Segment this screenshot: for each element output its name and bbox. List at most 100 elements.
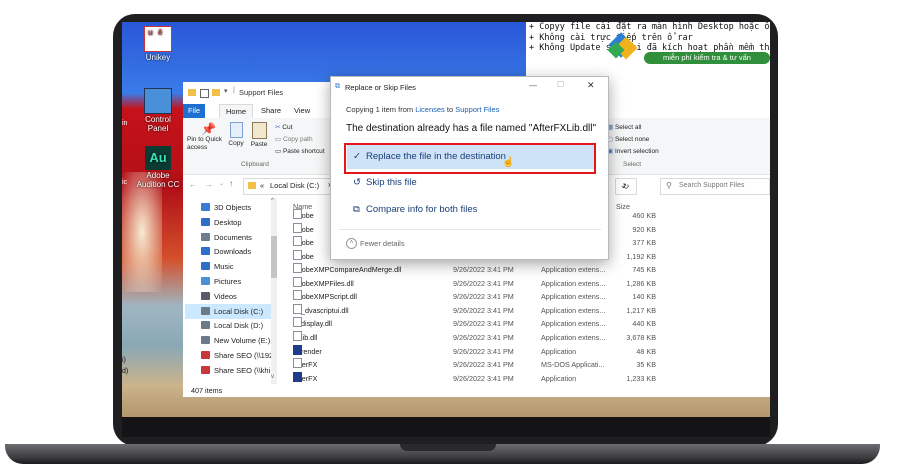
quick-access-dropdown-icon[interactable]: ▾ bbox=[224, 87, 228, 95]
address-overflow[interactable]: « bbox=[260, 181, 264, 190]
pin-button[interactable]: 📌 Pin to Quick access bbox=[187, 122, 223, 152]
mouse-cursor-icon: ☝ bbox=[502, 157, 515, 168]
fewer-details-link[interactable]: Fewer details bbox=[360, 239, 405, 248]
control-panel-icon bbox=[144, 88, 172, 114]
file-row[interactable]: aedisplay.dll 9/26/2022 3:41 PM Applicatio… bbox=[283, 317, 770, 331]
nav-item[interactable]: Share SEO (\\192 bbox=[201, 348, 273, 363]
search-input[interactable]: ⚲ Search Support Files bbox=[660, 178, 770, 195]
nav-item[interactable]: Documents bbox=[201, 230, 252, 245]
file-name: AfterFX bbox=[293, 358, 317, 372]
paste-shortcut-button[interactable]: ▭ Paste shortcut bbox=[275, 147, 325, 155]
nav-item-label: Desktop bbox=[214, 217, 242, 227]
scroll-down-icon[interactable]: v bbox=[271, 374, 274, 380]
file-name: ae_dvascriptui.dll bbox=[293, 303, 349, 318]
tab-file[interactable]: File bbox=[183, 104, 205, 118]
recent-dropdown-icon[interactable]: ⌄ bbox=[219, 180, 224, 187]
address-path[interactable]: Local Disk (C:) bbox=[270, 181, 319, 190]
destination-link[interactable]: Support Files bbox=[455, 105, 499, 114]
file-row[interactable]: aelib.dll 9/26/2022 3:41 PM Application ex… bbox=[283, 330, 770, 345]
desktop-icon-audition[interactable]: Au Adobe Audition CC bbox=[134, 146, 182, 189]
copy-button[interactable]: Copy bbox=[227, 122, 245, 147]
up-arrow-icon[interactable]: ↑ bbox=[229, 179, 233, 188]
compare-option-label[interactable]: Compare info for both files bbox=[366, 204, 477, 215]
desktop-icon-label: Control Panel bbox=[145, 115, 171, 133]
desktop-icon-unikey[interactable]: u ê Unikey bbox=[134, 26, 182, 62]
copy-label: Copy bbox=[228, 140, 244, 147]
minimize-button[interactable]: — bbox=[529, 81, 537, 90]
nav-item[interactable]: New Volume (E:) bbox=[201, 333, 270, 348]
properties-icon[interactable] bbox=[200, 89, 209, 98]
select-none-button[interactable]: ▢ Select none bbox=[607, 135, 649, 143]
back-arrow-icon[interactable]: ← bbox=[189, 180, 197, 189]
search-placeholder: Search Support Files bbox=[679, 182, 745, 189]
paste-shortcut-label: Paste shortcut bbox=[282, 148, 325, 155]
nav-item[interactable]: Videos bbox=[201, 289, 237, 304]
nav-item[interactable]: Local Disk (C:) bbox=[185, 303, 271, 319]
file-row[interactable]: AdobeXMPScript.dll 9/26/2022 3:41 PM Appli… bbox=[283, 290, 770, 304]
forward-arrow-icon[interactable]: → bbox=[205, 180, 213, 189]
file-icon bbox=[293, 330, 302, 341]
tab-share[interactable]: Share bbox=[255, 104, 287, 118]
nav-item-icon bbox=[201, 291, 210, 300]
copying-to: to bbox=[444, 105, 456, 114]
paste-shortcut-icon: ▭ bbox=[275, 148, 282, 155]
paste-button[interactable]: Paste bbox=[249, 122, 269, 148]
address-folder-icon bbox=[248, 182, 256, 189]
file-icon bbox=[293, 276, 302, 287]
nav-item-icon bbox=[201, 351, 210, 359]
nav-item[interactable]: Desktop bbox=[201, 215, 242, 230]
collapse-chevron-icon[interactable]: ˄ bbox=[346, 238, 357, 249]
cut-button[interactable]: ✂ Cut bbox=[275, 123, 292, 131]
nav-item[interactable]: Local Disk (D:) bbox=[201, 318, 263, 333]
callout-highlight-box bbox=[344, 143, 596, 174]
file-type: Application extens... bbox=[541, 305, 606, 315]
file-row[interactable]: AfterFX 9/26/2022 3:41 PM MS-DOS Applicati… bbox=[283, 358, 770, 372]
nav-item[interactable]: Pictures bbox=[201, 274, 241, 289]
nav-scrollbar[interactable] bbox=[271, 198, 277, 384]
nav-item-icon bbox=[201, 321, 210, 330]
new-folder-icon[interactable] bbox=[212, 89, 220, 96]
tab-home[interactable]: Home bbox=[219, 104, 254, 119]
nav-item[interactable]: 3D Objects bbox=[201, 200, 251, 215]
nav-item-icon bbox=[201, 217, 210, 226]
select-all-button[interactable]: ▦ Select all bbox=[607, 123, 641, 131]
nav-scroll-thumb[interactable] bbox=[271, 236, 277, 278]
source-link[interactable]: Licenses bbox=[415, 105, 445, 114]
invert-selection-label: Invert selection bbox=[614, 148, 659, 155]
file-icon bbox=[293, 358, 302, 369]
file-name-text: AdobeXMPScript.dll bbox=[293, 292, 357, 302]
copy-path-icon: ▭ bbox=[275, 136, 282, 143]
desktop-icon-control-panel[interactable]: Control Panel bbox=[134, 88, 182, 133]
console-line: + Copyy file cài đặt ra màn hình Desktop… bbox=[529, 22, 770, 32]
file-type: Application extens... bbox=[541, 265, 606, 275]
nav-item[interactable]: Downloads bbox=[201, 244, 251, 259]
invert-selection-button[interactable]: ▣ Invert selection bbox=[607, 147, 659, 155]
file-type: Application bbox=[541, 346, 577, 356]
tab-view[interactable]: View bbox=[288, 104, 316, 118]
maximize-button[interactable]: ☐ bbox=[557, 80, 564, 89]
file-row[interactable]: aerender 9/26/2022 3:41 PM Application 48 K… bbox=[283, 344, 770, 359]
file-size: 460 KB bbox=[632, 211, 656, 220]
status-bar: 407 items bbox=[191, 386, 223, 395]
scroll-up-icon[interactable]: ^ bbox=[271, 198, 274, 204]
copy-path-button[interactable]: ▭ Copy path bbox=[275, 135, 313, 143]
nav-item[interactable]: Share SEO (\\khi bbox=[201, 363, 270, 378]
close-button[interactable]: ✕ bbox=[587, 80, 595, 91]
file-type: Application extens... bbox=[541, 319, 606, 329]
file-row[interactable]: ae_dvascriptui.dll 9/26/2022 3:41 PM Appli… bbox=[283, 303, 770, 318]
refresh-icon[interactable]: ↻ bbox=[615, 178, 637, 195]
skip-icon: ↺ bbox=[353, 177, 361, 188]
file-size: 48 KB bbox=[636, 346, 656, 356]
file-row[interactable]: AdobeXMPCompareAndMerge.dll 9/26/2022 3:4… bbox=[283, 263, 770, 277]
file-date: 9/26/2022 3:41 PM bbox=[453, 278, 514, 288]
skip-option-label[interactable]: Skip this file bbox=[366, 177, 417, 188]
dialog-title: Replace or Skip Files bbox=[345, 83, 416, 92]
nav-item[interactable]: Music bbox=[201, 259, 234, 274]
nav-item-label: New Volume (E:) bbox=[214, 336, 271, 346]
pin-icon: 📌 bbox=[201, 122, 216, 136]
pin-label: Pin to Quick access bbox=[187, 136, 223, 151]
file-date: 9/26/2022 3:41 PM bbox=[453, 265, 514, 275]
file-date: 9/26/2022 3:41 PM bbox=[453, 360, 514, 370]
file-row[interactable]: AdobeXMPFiles.dll 9/26/2022 3:41 PM Applic… bbox=[283, 276, 770, 291]
nav-item-label: Documents bbox=[214, 232, 252, 242]
